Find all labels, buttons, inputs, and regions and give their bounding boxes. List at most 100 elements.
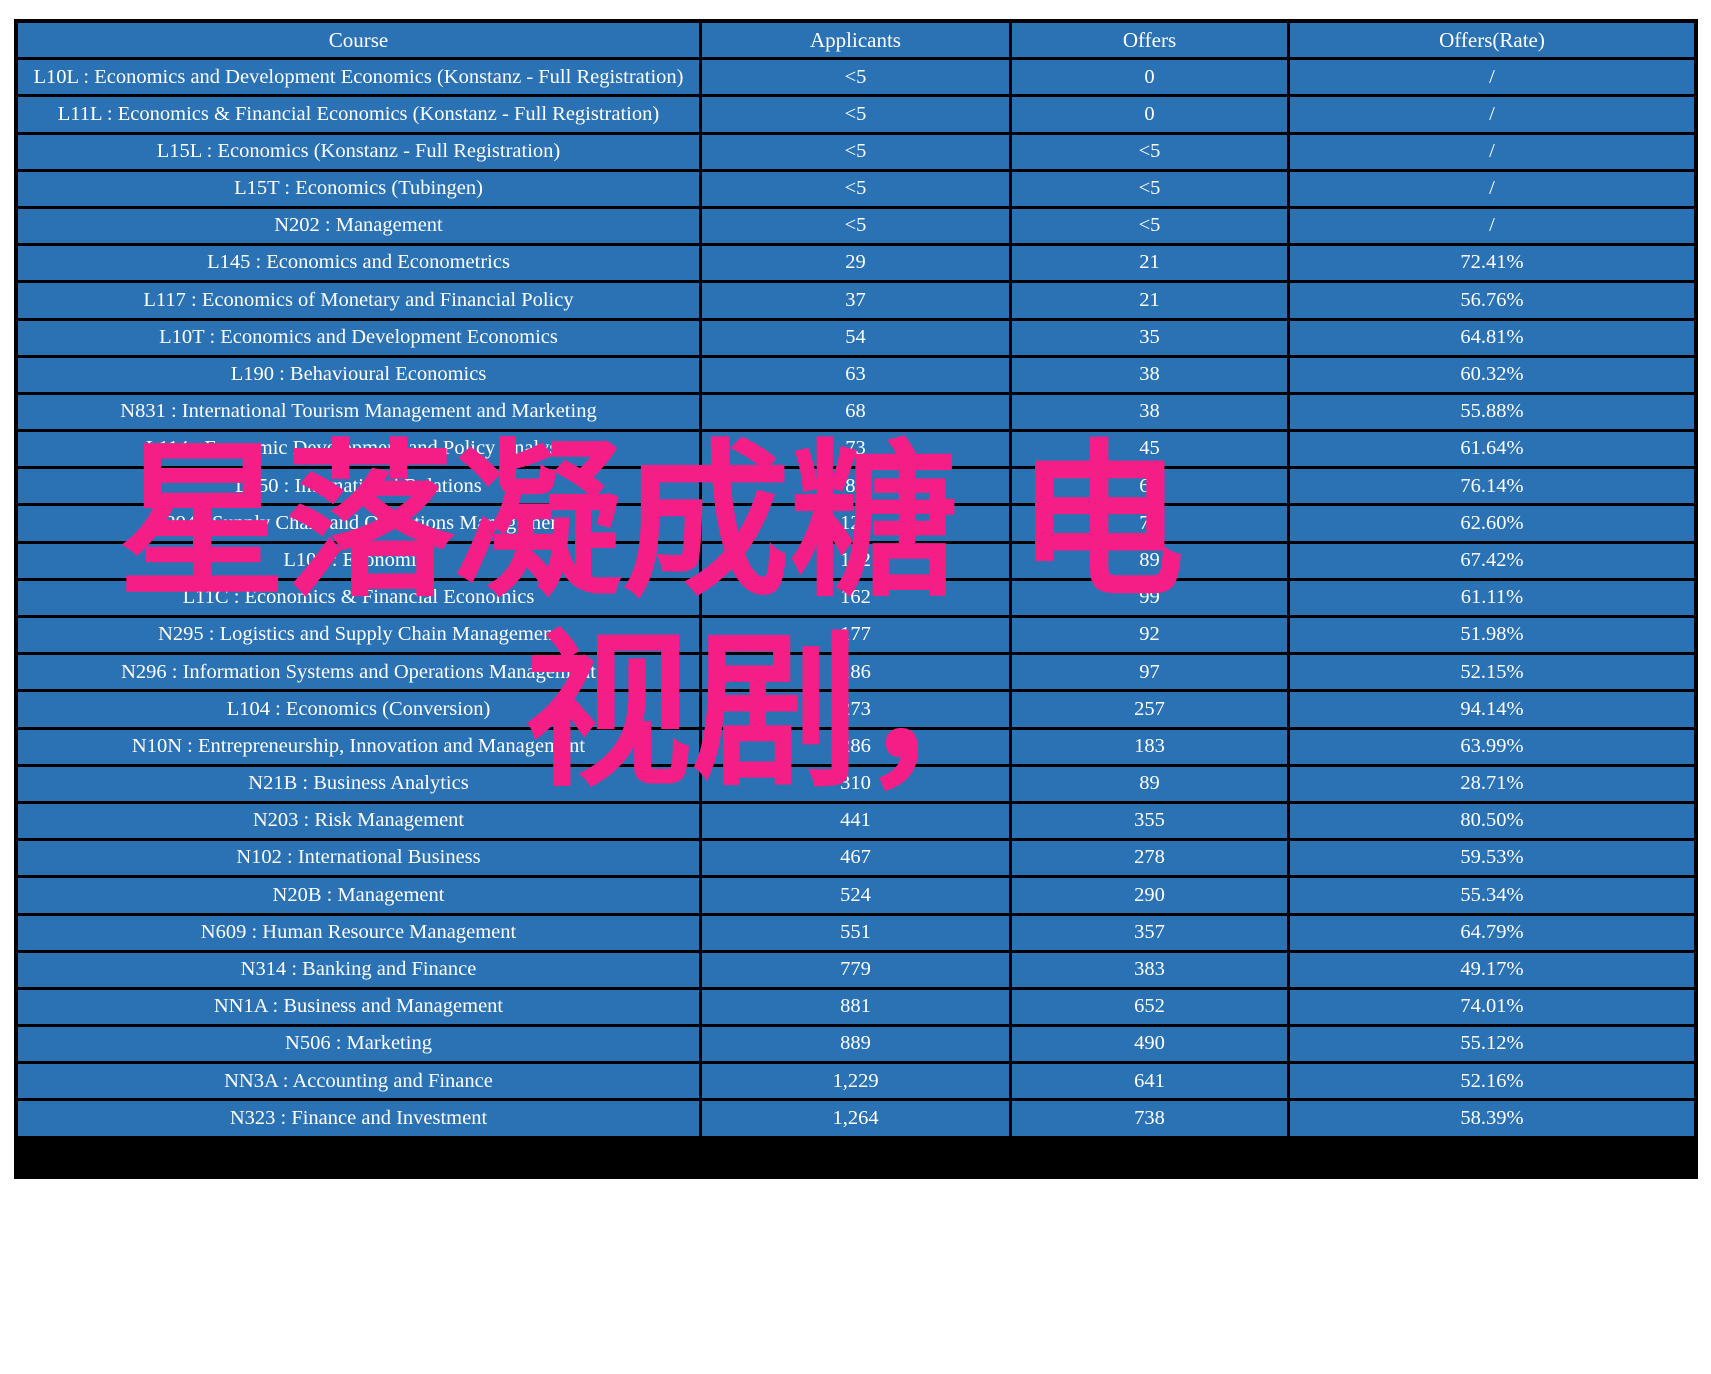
table-row: L15T : Economics (Tubingen) <5 <5/ [18, 171, 1694, 209]
cell-course: N323 : Finance and Investment [18, 1101, 702, 1136]
cell-applicants: 88 [702, 469, 1012, 507]
table-body: L10L : Economics and Development Economi… [18, 60, 1694, 1136]
cell-offers-rate: 64.81% [1290, 320, 1694, 358]
cell-applicants: 286 [702, 729, 1012, 767]
cell-course: N609 : Human Resource Management [18, 915, 702, 953]
cell-offers-rate: 74.01% [1290, 989, 1694, 1028]
cell-offers-rate: 61.11% [1290, 580, 1694, 618]
cell-course: L15T : Economics (Tubingen) [18, 171, 702, 209]
cell-offers: 21 [1012, 283, 1290, 321]
course-statistics-table: Course Applicants Offers Offers(Rate) L1… [18, 23, 1694, 1136]
cell-offers: 99 [1012, 580, 1290, 618]
cell-course: L10L : Economics and Development Economi… [18, 60, 702, 98]
cell-applicants: 1,229 [702, 1064, 1012, 1102]
cell-applicants: 524 [702, 878, 1012, 916]
cell-offers-rate: 94.14% [1290, 692, 1694, 730]
table-row: L10L : Economics and Development Economi… [18, 60, 1694, 98]
cell-offers: 652 [1012, 989, 1290, 1028]
cell-offers: 490 [1012, 1027, 1290, 1065]
cell-applicants: <5 [702, 60, 1012, 98]
column-header-offers-rate: Offers(Rate) [1290, 23, 1694, 61]
table-row: L145 : Economics and Econometrics 29 21 72.… [18, 246, 1694, 284]
table-row: NN3A : Accounting and Finance 1,229 641 52.… [18, 1064, 1694, 1102]
table-row: N296 : Information Systems and Operation… [18, 655, 1694, 693]
table-row: N202 : Management <5 <5/ [18, 208, 1694, 247]
cell-offers: 77 [1012, 506, 1290, 544]
table-row: NN1A : Business and Management 881 652 74.0… [18, 989, 1694, 1028]
cell-offers: 183 [1012, 729, 1290, 767]
column-header-course: Course [18, 23, 702, 61]
cell-offers-rate: 55.12% [1290, 1027, 1694, 1065]
cell-course: L105 : Economics [18, 543, 702, 581]
cell-applicants: 63 [702, 357, 1012, 395]
cell-offers-rate: 59.53% [1290, 841, 1694, 879]
cell-offers: 278 [1012, 841, 1290, 879]
cell-applicants: 551 [702, 915, 1012, 953]
cell-offers-rate: 58.39% [1290, 1101, 1694, 1136]
cell-applicants: 123 [702, 506, 1012, 544]
cell-offers-rate: 51.98% [1290, 618, 1694, 656]
table-row: L190 : Behavioural Economics 63 38 60.32% [18, 357, 1694, 395]
column-header-applicants: Applicants [702, 23, 1012, 61]
table-row: N323 : Finance and Investment 1,264 738 58.… [18, 1101, 1694, 1136]
cell-offers: 383 [1012, 952, 1290, 990]
cell-course: N20B : Management [18, 878, 702, 916]
cell-offers-rate: 56.76% [1290, 283, 1694, 321]
table-row: L15L : Economics (Konstanz - Full Regist… [18, 134, 1694, 172]
cell-offers: 355 [1012, 803, 1290, 842]
cell-course: N294 : Supply Chain and Operations Manag… [18, 506, 702, 544]
table-header: Course Applicants Offers Offers(Rate) [18, 23, 1694, 61]
cell-applicants: 186 [702, 655, 1012, 693]
cell-offers: 89 [1012, 543, 1290, 581]
table-row: L104 : Economics (Conversion) 273 257 94.14… [18, 692, 1694, 730]
cell-applicants: <5 [702, 134, 1012, 172]
cell-course: L11C : Economics & Financial Economics [18, 580, 702, 618]
cell-offers: 38 [1012, 394, 1290, 433]
cell-course: L114 : Economic Development and Policy A… [18, 432, 702, 470]
cell-offers-rate: / [1290, 60, 1694, 98]
table-row: N102 : International Business 467 278 59.53… [18, 841, 1694, 879]
cell-offers-rate: 28.71% [1290, 766, 1694, 804]
cell-applicants: 177 [702, 618, 1012, 656]
table-row: N294 : Supply Chain and Operations Manag… [18, 506, 1694, 544]
table-row: L250 : International Relations 88 67 76.14% [18, 469, 1694, 507]
cell-offers-rate: 62.60% [1290, 506, 1694, 544]
cell-applicants: 29 [702, 246, 1012, 284]
column-header-offers: Offers [1012, 23, 1290, 61]
cell-offers-rate: / [1290, 208, 1694, 247]
cell-course: N21B : Business Analytics [18, 766, 702, 804]
cell-offers-rate: 55.34% [1290, 878, 1694, 916]
table-row: L11L : Economics & Financial Economics (… [18, 97, 1694, 135]
cell-offers-rate: 64.79% [1290, 915, 1694, 953]
cell-course: L15L : Economics (Konstanz - Full Regist… [18, 134, 702, 172]
cell-offers: 67 [1012, 469, 1290, 507]
cell-offers: 290 [1012, 878, 1290, 916]
cell-applicants: 881 [702, 989, 1012, 1028]
cell-course: N831 : International Tourism Management … [18, 394, 702, 433]
table-row: L10T : Economics and Development Economi… [18, 320, 1694, 358]
cell-course: N314 : Banking and Finance [18, 952, 702, 990]
cell-applicants: 162 [702, 580, 1012, 618]
table-row: L117 : Economics of Monetary and Financi… [18, 283, 1694, 321]
cell-applicants: 273 [702, 692, 1012, 730]
cell-offers: 738 [1012, 1101, 1290, 1136]
cell-offers-rate: / [1290, 171, 1694, 209]
table-row: L11C : Economics & Financial Economics 16… [18, 580, 1694, 618]
table-row: N10N : Entrepreneurship, Innovation and … [18, 729, 1694, 767]
cell-offers: <5 [1012, 171, 1290, 209]
cell-applicants: 68 [702, 394, 1012, 433]
cell-offers: 0 [1012, 97, 1290, 135]
cell-offers: 97 [1012, 655, 1290, 693]
cell-offers-rate: 80.50% [1290, 803, 1694, 842]
cell-offers: 45 [1012, 432, 1290, 470]
cell-offers-rate: 67.42% [1290, 543, 1694, 581]
cell-offers: 257 [1012, 692, 1290, 730]
cell-applicants: 73 [702, 432, 1012, 470]
cell-offers-rate: 63.99% [1290, 729, 1694, 767]
cell-applicants: 1,264 [702, 1101, 1012, 1136]
table-row: L105 : Economics 132 89 67.42% [18, 543, 1694, 581]
cell-applicants: 310 [702, 766, 1012, 804]
cell-offers-rate: 55.88% [1290, 394, 1694, 433]
cell-offers: 641 [1012, 1064, 1290, 1102]
cell-applicants: 441 [702, 803, 1012, 842]
